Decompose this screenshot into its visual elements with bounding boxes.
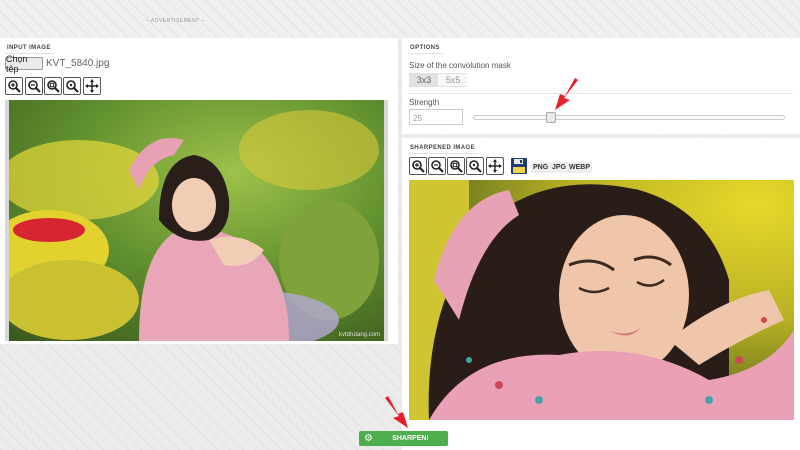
zoom-fit-icon bbox=[47, 80, 60, 93]
save-icon bbox=[511, 158, 527, 174]
options-panel: OPTIONS Size of the convolution mask 3x3… bbox=[402, 38, 800, 134]
download-png-button[interactable]: PNG bbox=[531, 162, 551, 173]
strength-input[interactable]: 25 bbox=[409, 109, 463, 125]
choose-file-button[interactable]: Chọn tệp bbox=[5, 54, 43, 74]
zoom-out-button[interactable] bbox=[25, 77, 43, 95]
sharpened-photo bbox=[409, 180, 794, 420]
advertisement-strip: – ADVERTISEMENT – bbox=[0, 0, 800, 38]
input-watermark: kvtdrutang.com bbox=[339, 332, 380, 338]
move-button[interactable] bbox=[83, 77, 101, 95]
download-webp-button[interactable]: WEBP bbox=[567, 162, 592, 173]
annotation-arrow-sharpen bbox=[381, 396, 411, 435]
zoom-actual-icon bbox=[469, 160, 482, 173]
input-image-title: INPUT IMAGE bbox=[4, 43, 54, 54]
sharpened-image-title: SHARPENED IMAGE bbox=[407, 143, 479, 154]
mask-size-label: Size of the convolution mask bbox=[409, 61, 511, 70]
advertisement-label: – ADVERTISEMENT – bbox=[146, 18, 205, 24]
gear-icon: ⚙ bbox=[364, 432, 373, 444]
zoom-in-icon bbox=[412, 160, 425, 173]
zoom-actual-button[interactable] bbox=[63, 77, 81, 95]
mask-option-3x3[interactable]: 3x3 bbox=[410, 74, 438, 86]
annotation-arrow-slider bbox=[552, 78, 582, 117]
mask-option-5x5[interactable]: 5x5 bbox=[439, 74, 467, 86]
input-photo: kvtdrutang.com bbox=[5, 100, 388, 341]
zoom-in-icon bbox=[8, 80, 21, 93]
out-zoom-out-button[interactable] bbox=[428, 157, 446, 175]
strength-value: 25 bbox=[413, 114, 422, 123]
input-image-panel: INPUT IMAGE Chọn tệp KVT_5840.jpg kvtdru… bbox=[0, 38, 398, 344]
options-divider bbox=[409, 93, 793, 94]
move-icon bbox=[488, 159, 502, 173]
out-zoom-actual-button[interactable] bbox=[466, 157, 484, 175]
zoom-actual-icon bbox=[66, 80, 79, 93]
strength-label: Strength bbox=[409, 98, 440, 107]
options-title: OPTIONS bbox=[407, 43, 443, 54]
download-jpg-button[interactable]: JPG bbox=[550, 162, 569, 173]
zoom-out-icon bbox=[431, 160, 444, 173]
sharpened-image-panel: SHARPENED IMAGE PNG JPG WEBP bbox=[402, 138, 800, 450]
file-name: KVT_5840.jpg bbox=[46, 58, 110, 69]
move-icon bbox=[85, 79, 99, 93]
sharpen-label: SHARPEN! bbox=[392, 435, 429, 442]
out-move-button[interactable] bbox=[486, 157, 504, 175]
zoom-out-icon bbox=[28, 80, 41, 93]
strength-slider-track[interactable] bbox=[473, 115, 785, 120]
save-button[interactable] bbox=[511, 158, 527, 174]
zoom-fit-button[interactable] bbox=[44, 77, 62, 95]
zoom-in-button[interactable] bbox=[5, 77, 23, 95]
out-zoom-in-button[interactable] bbox=[409, 157, 427, 175]
mask-size-selector: 3x3 5x5 bbox=[409, 73, 467, 87]
zoom-fit-icon bbox=[450, 160, 463, 173]
out-zoom-fit-button[interactable] bbox=[447, 157, 465, 175]
